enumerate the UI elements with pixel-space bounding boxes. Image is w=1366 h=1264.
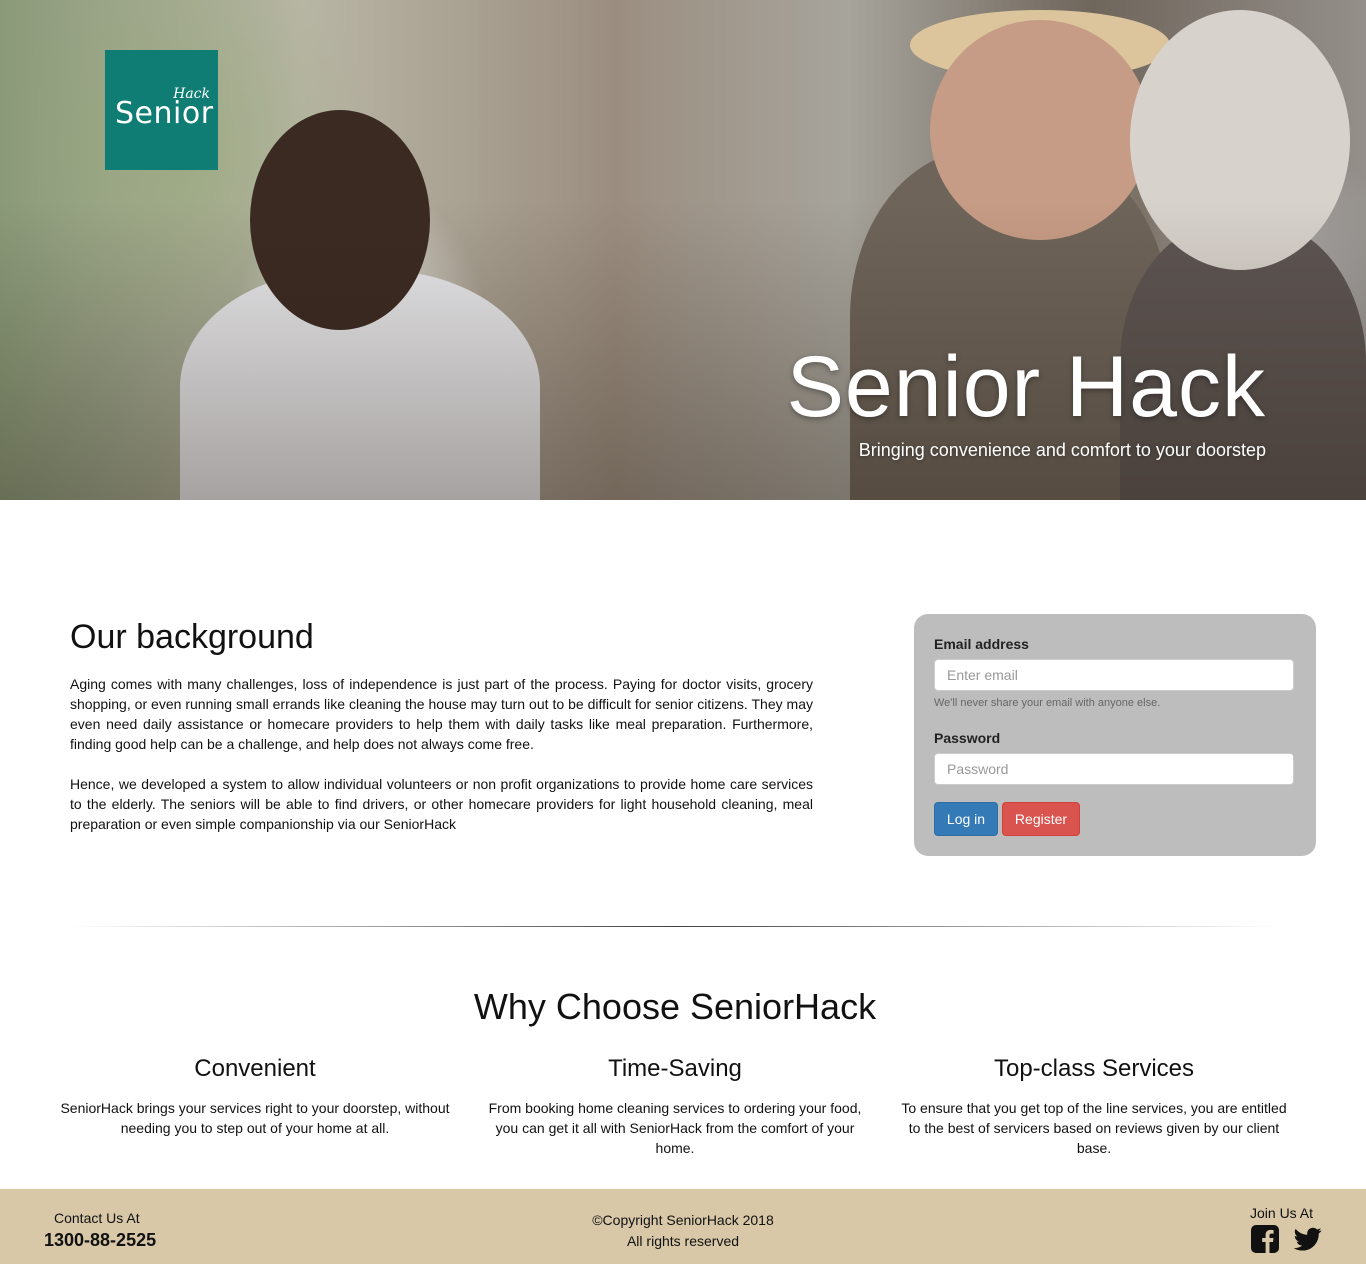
hero-title: Senior Hack (786, 339, 1266, 435)
copyright: ©Copyright SeniorHack 2018 All rights re… (0, 1210, 1366, 1252)
feature-card-top-class: Top-class Services To ensure that you ge… (894, 1054, 1294, 1158)
feature-title: Convenient (194, 1055, 316, 1082)
background-paragraph: Hence, we developed a system to allow in… (70, 776, 813, 832)
feature-card-time-saving: Time-Saving From booking home cleaning s… (475, 1054, 875, 1158)
logo-main-text: Senior (115, 96, 214, 131)
feature-card-convenient: Convenient SeniorHack brings your servic… (55, 1054, 455, 1138)
section-divider (70, 926, 1280, 927)
feature-description: From booking home cleaning services to o… (488, 1100, 862, 1156)
register-button[interactable]: Register (1002, 802, 1080, 836)
copyright-line: ©Copyright SeniorHack 2018 (592, 1212, 774, 1228)
password-label: Password (934, 730, 1001, 746)
password-input[interactable] (934, 753, 1294, 785)
feature-description: SeniorHack brings your services right to… (60, 1100, 450, 1136)
email-input[interactable] (934, 659, 1294, 691)
why-title: Why Choose SeniorHack (473, 986, 877, 1027)
login-form: Email address We'll never share your ema… (914, 614, 1316, 856)
feature-title: Time-Saving (608, 1055, 742, 1082)
email-help-text: We'll never share your email with anyone… (934, 697, 1161, 709)
hero-subtitle: Bringing convenience and comfort to your… (858, 440, 1266, 460)
footer: Contact Us At 1300-88-2525 ©Copyright Se… (0, 1189, 1366, 1264)
feature-title: Top-class Services (993, 1055, 1195, 1082)
hero-banner: Hack Senior Senior Hack Bringing conveni… (0, 0, 1366, 500)
email-label: Email address (934, 636, 1029, 652)
join-label: Join Us At (1250, 1205, 1314, 1221)
background-paragraph: Aging comes with many challenges, loss o… (70, 676, 813, 752)
background-title: Our background (70, 618, 314, 656)
login-button[interactable]: Log in (934, 802, 998, 836)
facebook-icon[interactable] (1251, 1225, 1279, 1253)
twitter-icon[interactable] (1293, 1225, 1322, 1253)
seniorhack-logo[interactable]: Hack Senior (105, 50, 218, 170)
rights-line: All rights reserved (626, 1233, 740, 1249)
feature-description: To ensure that you get top of the line s… (901, 1100, 1287, 1156)
